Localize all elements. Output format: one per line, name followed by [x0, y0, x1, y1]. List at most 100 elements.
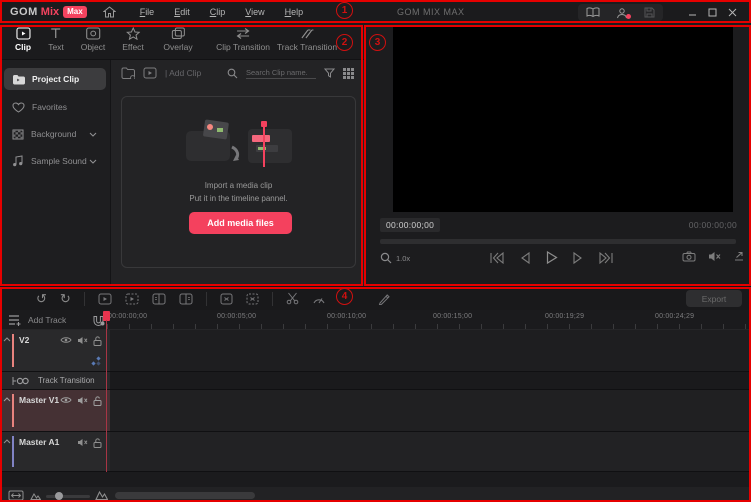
sidebar-item-label: Project Clip [32, 74, 79, 84]
tab-object[interactable]: Object [81, 27, 106, 52]
tab-overlay[interactable]: Overlay [163, 27, 192, 52]
track-lane-v2[interactable] [110, 330, 751, 372]
zoom-in-icon[interactable] [95, 490, 108, 500]
preview-zoom-control[interactable]: 1.0x [380, 252, 410, 264]
timeline-zoom-bar [0, 487, 751, 502]
preview-extra-controls [682, 251, 745, 262]
add-media-icon[interactable] [143, 67, 157, 79]
video-preview[interactable] [393, 27, 733, 212]
menu-edit[interactable]: Edit [164, 7, 200, 17]
sidebar-item-favorites[interactable]: Favorites [4, 96, 106, 118]
fit-timeline-icon[interactable] [8, 490, 24, 501]
track-header-master-v1[interactable]: Master V1 [0, 390, 110, 432]
speed-gauge-icon[interactable] [312, 293, 326, 305]
import-dropzone[interactable]: Import a media clip Put it in the timeli… [121, 96, 356, 268]
tab-text[interactable]: Text [48, 27, 64, 52]
undo-icon[interactable]: ↺ [36, 292, 47, 305]
home-icon[interactable] [103, 6, 116, 18]
tab-effect[interactable]: Effect [122, 27, 144, 52]
maximize-button[interactable] [702, 3, 722, 21]
close-button[interactable] [722, 3, 742, 21]
tutorial-book-icon[interactable] [586, 7, 600, 18]
filter-icon[interactable] [324, 68, 335, 78]
mute-speaker-icon[interactable] [77, 336, 88, 345]
chevron-down-icon[interactable] [89, 132, 97, 137]
track-header-v2[interactable]: V2 [0, 330, 110, 372]
ruler-ticks[interactable] [107, 324, 751, 329]
search-input[interactable] [246, 67, 316, 79]
media-toolbar: | Add Clip [111, 60, 364, 86]
menu-help[interactable]: Help [275, 7, 314, 17]
lock-icon[interactable] [93, 336, 102, 346]
window-title: GOM MIX MAX [397, 7, 465, 17]
add-media-files-button[interactable]: Add media files [189, 212, 292, 234]
sidebar-item-sample-sound[interactable]: Sample Sound [4, 150, 106, 172]
mute-speaker-icon[interactable] [77, 438, 88, 447]
add-folder-icon[interactable] [121, 67, 135, 79]
snapshot-camera-icon[interactable] [682, 251, 696, 262]
ruler-timestamp: 00:00:19;29 [545, 313, 584, 320]
zoom-slider-knob[interactable] [55, 492, 63, 500]
split-left-icon[interactable] [152, 293, 166, 305]
track-lane-master-a1[interactable] [110, 432, 751, 472]
skip-to-start-icon[interactable] [489, 251, 505, 265]
remove-gap-icon[interactable] [246, 293, 259, 305]
mute-speaker-icon[interactable] [77, 396, 88, 405]
export-button[interactable]: Export [686, 290, 742, 307]
eye-icon[interactable] [60, 336, 72, 344]
menu-clip[interactable]: Clip [200, 7, 236, 17]
tab-clip[interactable]: Clip [15, 27, 31, 52]
menu-file[interactable]: File [130, 7, 165, 17]
track-transition-header[interactable]: Track Transition [0, 372, 110, 390]
collapse-chevron-icon[interactable] [3, 397, 11, 402]
remove-clip-icon[interactable] [220, 293, 233, 305]
split-right-icon[interactable] [179, 293, 193, 305]
play-icon[interactable] [545, 250, 558, 265]
menu-view[interactable]: View [235, 7, 274, 17]
eye-icon[interactable] [60, 396, 72, 404]
chevron-down-icon[interactable] [89, 159, 97, 164]
detach-screen-icon[interactable] [733, 251, 745, 262]
sidebar-item-background[interactable]: Background [4, 123, 106, 145]
zoom-slider-track[interactable] [46, 495, 90, 498]
seek-bar[interactable] [380, 239, 736, 244]
track-transition-indicator-icon[interactable] [91, 356, 102, 367]
logo-max-badge: Max [63, 6, 87, 18]
save-icon[interactable] [644, 7, 655, 18]
lock-icon[interactable] [93, 438, 102, 448]
minimize-button[interactable] [682, 3, 702, 21]
project-clip-panel: | Add Clip [110, 60, 364, 286]
toolbar-separator [206, 292, 207, 306]
track-lane-master-v1[interactable] [110, 390, 751, 432]
zoom-icon [380, 252, 392, 264]
horizontal-scrollbar[interactable] [115, 492, 255, 499]
grid-view-icon[interactable] [343, 68, 354, 79]
tab-clip-transition[interactable]: Clip Transition [216, 27, 270, 52]
scissors-icon[interactable] [286, 292, 299, 305]
collapse-chevron-icon[interactable] [3, 439, 11, 444]
account-icon[interactable] [616, 7, 628, 19]
ruler-timestamp: 00:00:05;00 [217, 313, 256, 320]
sidebar-item-project-clip[interactable]: Project Clip [4, 68, 106, 90]
lock-icon[interactable] [93, 396, 102, 406]
redo-icon[interactable]: ↻ [60, 292, 71, 305]
next-frame-icon[interactable] [572, 251, 584, 265]
overwrite-clip-icon[interactable] [125, 293, 139, 305]
skip-to-end-icon[interactable] [598, 251, 614, 265]
add-track-label[interactable]: Add Track [28, 315, 66, 325]
collapse-chevron-icon[interactable] [3, 337, 11, 342]
logo-gom: GOM [10, 6, 38, 18]
zoom-out-icon[interactable] [30, 492, 41, 500]
pencil-icon[interactable] [378, 293, 390, 305]
account-badge [626, 14, 631, 19]
track-transition-lane[interactable] [110, 372, 751, 390]
track-menu-icon[interactable] [8, 314, 22, 326]
insert-clip-icon[interactable] [98, 293, 112, 305]
track-header-master-a1[interactable]: Master A1 [0, 432, 110, 472]
previous-frame-icon[interactable] [519, 251, 531, 265]
mute-speaker-icon[interactable] [708, 251, 721, 262]
total-timecode: 00:00:00;00 [689, 220, 737, 230]
tab-track-transition[interactable]: Track Transition [277, 27, 337, 52]
current-timecode[interactable]: 00:00:00;00 [380, 218, 440, 232]
import-hint-line2: Put it in the timeline pannel. [122, 194, 355, 203]
